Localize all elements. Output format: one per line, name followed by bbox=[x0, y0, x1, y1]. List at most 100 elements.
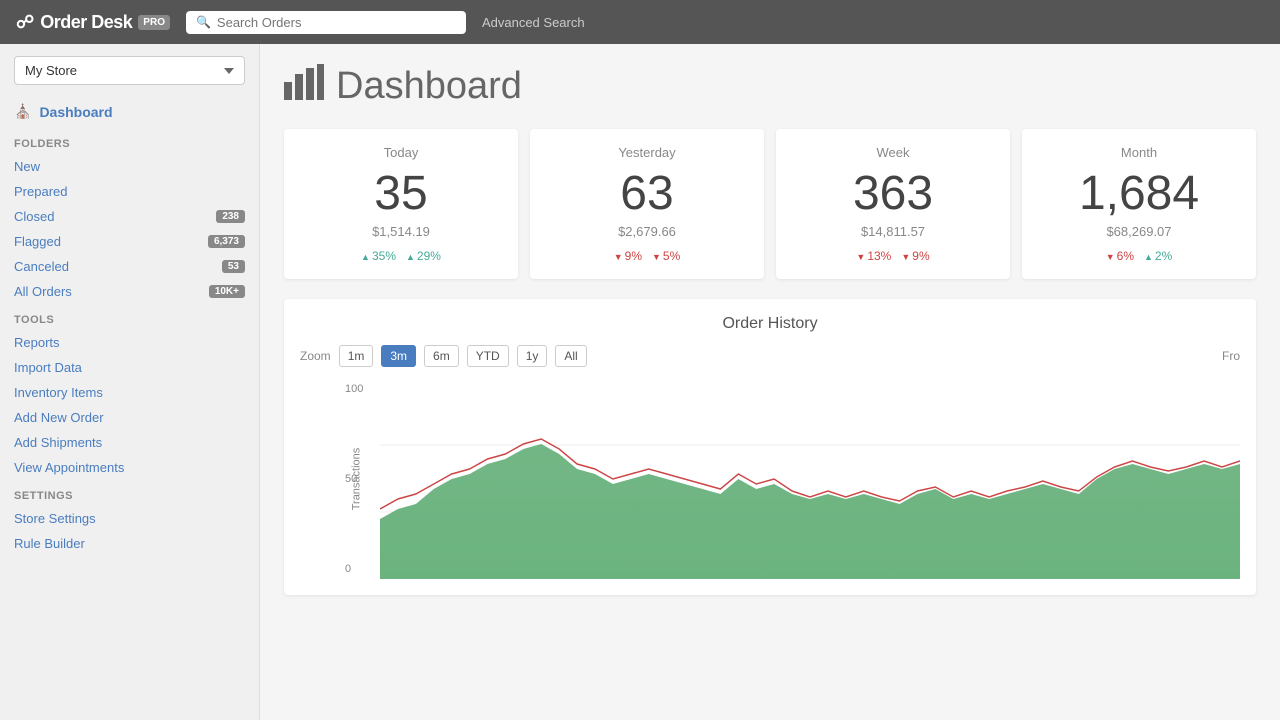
sidebar-item-flagged-label: Flagged bbox=[14, 234, 61, 249]
logo-icon: ☍ bbox=[16, 12, 34, 33]
dashboard-label: Dashboard bbox=[39, 104, 112, 120]
zoom-6m[interactable]: 6m bbox=[424, 345, 459, 367]
closed-badge: 238 bbox=[216, 210, 245, 223]
stat-number-week: 363 bbox=[792, 170, 994, 218]
y-label-100: 100 bbox=[345, 383, 363, 395]
sidebar-item-new[interactable]: New bbox=[0, 154, 259, 179]
store-settings-label: Store Settings bbox=[14, 511, 96, 526]
sidebar-item-all-orders-label: All Orders bbox=[14, 284, 72, 299]
folders-section-header: FOLDERS bbox=[0, 128, 259, 154]
sidebar-item-import-data[interactable]: Import Data bbox=[0, 355, 259, 380]
sidebar-item-canceled-label: Canceled bbox=[14, 259, 69, 274]
zoom-3m[interactable]: 3m bbox=[381, 345, 416, 367]
sidebar-item-closed[interactable]: Closed 238 bbox=[0, 204, 259, 229]
y-axis-labels: 100 50 0 bbox=[345, 379, 363, 579]
search-container: 🔍 bbox=[186, 11, 466, 34]
zoom-all[interactable]: All bbox=[555, 345, 586, 367]
advanced-search-link[interactable]: Advanced Search bbox=[482, 15, 585, 30]
add-shipments-label: Add Shipments bbox=[14, 435, 102, 450]
page-header: Dashboard bbox=[284, 64, 1256, 109]
stat-period-today: Today bbox=[300, 145, 502, 160]
sidebar-item-closed-label: Closed bbox=[14, 209, 54, 224]
change-month-1: 6% bbox=[1106, 249, 1134, 263]
sidebar-item-add-shipments[interactable]: Add Shipments bbox=[0, 430, 259, 455]
store-selector-wrapper: My Store bbox=[0, 44, 259, 95]
change-yesterday-2: 5% bbox=[652, 249, 680, 263]
sidebar-item-add-order[interactable]: Add New Order bbox=[0, 405, 259, 430]
chart-title: Order History bbox=[300, 315, 1240, 333]
stat-period-week: Week bbox=[792, 145, 994, 160]
zoom-ytd[interactable]: YTD bbox=[467, 345, 509, 367]
stat-amount-month: $68,269.07 bbox=[1038, 224, 1240, 239]
page-title: Dashboard bbox=[336, 65, 522, 108]
zoom-label: Zoom bbox=[300, 349, 331, 363]
tools-section-header: TOOLS bbox=[0, 304, 259, 330]
rule-builder-label: Rule Builder bbox=[14, 536, 85, 551]
stats-row: Today 35 $1,514.19 35% 29% Yesterday 63 … bbox=[284, 129, 1256, 279]
dashboard-page-icon bbox=[284, 64, 324, 109]
y-label-50: 50 bbox=[345, 473, 363, 485]
stat-card-month: Month 1,684 $68,269.07 6% 2% bbox=[1022, 129, 1256, 279]
sidebar-item-all-orders[interactable]: All Orders 10K+ bbox=[0, 279, 259, 304]
stat-changes-month: 6% 2% bbox=[1038, 249, 1240, 263]
sidebar-item-reports[interactable]: Reports bbox=[0, 330, 259, 355]
change-month-2: 2% bbox=[1144, 249, 1172, 263]
change-today-2: 29% bbox=[406, 249, 441, 263]
change-yesterday-1: 9% bbox=[614, 249, 642, 263]
inventory-label: Inventory Items bbox=[14, 385, 103, 400]
sidebar-item-new-label: New bbox=[14, 159, 40, 174]
dashboard-icon: ⛪ bbox=[14, 103, 31, 120]
stat-amount-yesterday: $2,679.66 bbox=[546, 224, 748, 239]
y-label-0: 0 bbox=[345, 563, 363, 575]
stat-changes-yesterday: 9% 5% bbox=[546, 249, 748, 263]
chart-svg bbox=[380, 379, 1240, 579]
stat-card-yesterday: Yesterday 63 $2,679.66 9% 5% bbox=[530, 129, 764, 279]
stat-card-today: Today 35 $1,514.19 35% 29% bbox=[284, 129, 518, 279]
stat-number-month: 1,684 bbox=[1038, 170, 1240, 218]
stat-amount-today: $1,514.19 bbox=[300, 224, 502, 239]
change-today-1: 35% bbox=[361, 249, 396, 263]
flagged-badge: 6,373 bbox=[208, 235, 245, 248]
stat-changes-week: 13% 9% bbox=[792, 249, 994, 263]
chart-section: Order History Zoom 1m 3m 6m YTD 1y All F… bbox=[284, 299, 1256, 595]
search-input[interactable] bbox=[217, 15, 456, 30]
logo: ☍ Order Desk PRO bbox=[16, 12, 170, 33]
chart-controls: Zoom 1m 3m 6m YTD 1y All Fro bbox=[300, 345, 1240, 367]
sidebar-item-store-settings[interactable]: Store Settings bbox=[0, 506, 259, 531]
sidebar-item-prepared-label: Prepared bbox=[14, 184, 67, 199]
chart-wrapper: Transactions 100 50 0 bbox=[340, 379, 1240, 579]
sidebar-item-inventory[interactable]: Inventory Items bbox=[0, 380, 259, 405]
pro-badge: PRO bbox=[138, 15, 170, 30]
sidebar-item-prepared[interactable]: Prepared bbox=[0, 179, 259, 204]
logo-text: Order Desk bbox=[40, 12, 132, 33]
stat-period-yesterday: Yesterday bbox=[546, 145, 748, 160]
canceled-badge: 53 bbox=[222, 260, 245, 273]
zoom-1y[interactable]: 1y bbox=[517, 345, 548, 367]
chart-green-area bbox=[380, 444, 1240, 579]
stat-amount-week: $14,811.57 bbox=[792, 224, 994, 239]
top-navigation: ☍ Order Desk PRO 🔍 Advanced Search bbox=[0, 0, 1280, 44]
stat-number-yesterday: 63 bbox=[546, 170, 748, 218]
import-data-label: Import Data bbox=[14, 360, 82, 375]
main-content: Dashboard Today 35 $1,514.19 35% 29% Yes… bbox=[260, 44, 1280, 720]
all-orders-badge: 10K+ bbox=[209, 285, 245, 298]
stat-period-month: Month bbox=[1038, 145, 1240, 160]
stat-card-week: Week 363 $14,811.57 13% 9% bbox=[776, 129, 1010, 279]
reports-label: Reports bbox=[14, 335, 60, 350]
store-selector[interactable]: My Store bbox=[14, 56, 245, 85]
change-week-1: 13% bbox=[856, 249, 891, 263]
from-label: Fro bbox=[1222, 349, 1240, 363]
sidebar-item-appointments[interactable]: View Appointments bbox=[0, 455, 259, 480]
appointments-label: View Appointments bbox=[14, 460, 124, 475]
sidebar-item-rule-builder[interactable]: Rule Builder bbox=[0, 531, 259, 556]
stat-changes-today: 35% 29% bbox=[300, 249, 502, 263]
sidebar-item-canceled[interactable]: Canceled 53 bbox=[0, 254, 259, 279]
sidebar: My Store ⛪ Dashboard FOLDERS New Prepare… bbox=[0, 44, 260, 720]
stat-number-today: 35 bbox=[300, 170, 502, 218]
zoom-1m[interactable]: 1m bbox=[339, 345, 374, 367]
settings-section-header: SETTINGS bbox=[0, 480, 259, 506]
sidebar-item-flagged[interactable]: Flagged 6,373 bbox=[0, 229, 259, 254]
add-order-label: Add New Order bbox=[14, 410, 104, 425]
change-week-2: 9% bbox=[901, 249, 929, 263]
sidebar-item-dashboard[interactable]: ⛪ Dashboard bbox=[0, 95, 259, 128]
